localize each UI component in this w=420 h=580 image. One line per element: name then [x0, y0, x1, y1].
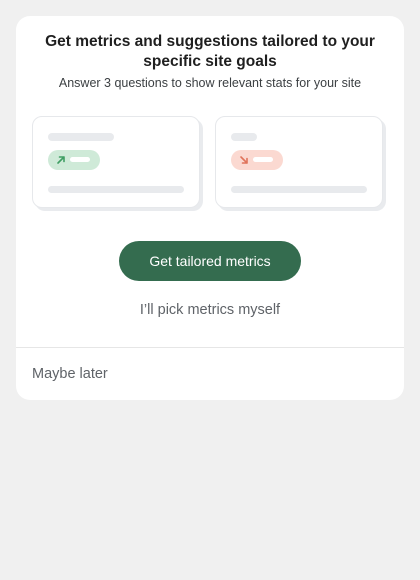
pill-placeholder-dash — [70, 157, 90, 162]
get-tailored-metrics-button[interactable]: Get tailored metrics — [119, 241, 301, 281]
divider — [16, 347, 404, 348]
metric-preview-card-up — [32, 116, 200, 208]
dialog-title: Get metrics and suggestions tailored to … — [16, 32, 404, 72]
placeholder-bar — [231, 186, 367, 193]
trend-down-pill — [231, 150, 283, 170]
dialog-title-line-2: specific site goals — [143, 53, 277, 70]
pick-metrics-myself-button[interactable]: I’ll pick metrics myself — [16, 302, 404, 318]
trend-up-pill — [48, 150, 100, 170]
metrics-onboarding-card: Get metrics and suggestions tailored to … — [16, 16, 404, 400]
dialog-subtitle: Answer 3 questions to show relevant stat… — [58, 76, 362, 90]
maybe-later-button[interactable]: Maybe later — [32, 366, 108, 382]
placeholder-bar — [48, 186, 184, 193]
placeholder-bar — [48, 133, 114, 141]
metric-preview-card-down — [215, 116, 383, 208]
dialog-title-line-1: Get metrics and suggestions tailored to … — [45, 33, 375, 50]
placeholder-bar — [231, 133, 257, 141]
arrow-down-right-icon — [240, 156, 248, 164]
arrow-up-right-icon — [57, 156, 65, 164]
pill-placeholder-dash — [253, 157, 273, 162]
